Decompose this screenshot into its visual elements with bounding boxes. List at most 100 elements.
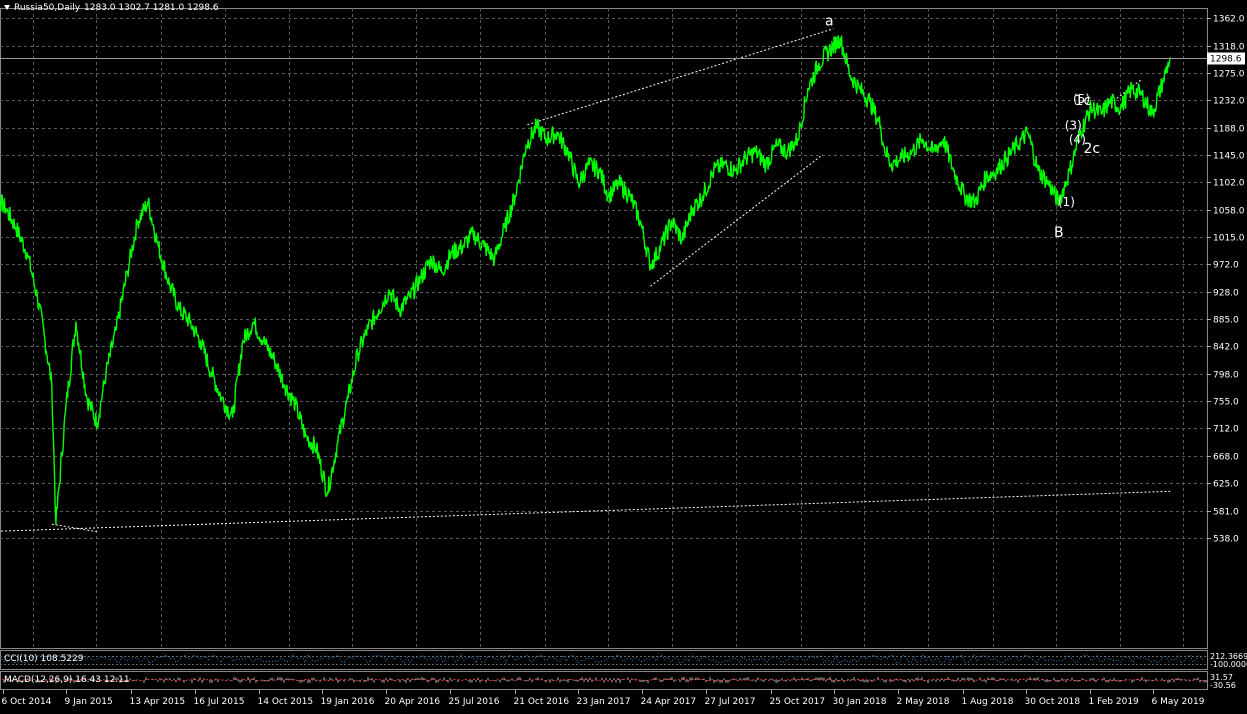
price-point xyxy=(639,220,642,223)
price-point xyxy=(942,138,945,140)
price-point xyxy=(765,163,767,166)
x-tick-label: 1 Feb 2019 xyxy=(1089,697,1140,707)
price-point xyxy=(1119,106,1122,109)
x-tick-label: 30 Jan 2018 xyxy=(833,697,887,707)
price-point xyxy=(64,409,67,412)
price-point xyxy=(807,87,809,90)
price-point xyxy=(26,251,28,254)
price-point xyxy=(388,289,391,292)
x-tick-label: 20 Apr 2016 xyxy=(385,697,441,707)
price-point xyxy=(701,195,704,197)
price-point xyxy=(136,220,139,223)
price-point xyxy=(567,150,569,153)
price-point xyxy=(660,245,662,248)
wave-label[interactable]: (4) xyxy=(1069,133,1086,147)
symbol-label: Russia50,Daily xyxy=(14,3,81,13)
wave-label[interactable]: B xyxy=(1054,225,1064,241)
y-tick-label: 755.0 xyxy=(1213,398,1239,408)
price-point xyxy=(86,397,88,399)
price-chart[interactable]: aB1c2c(1)(3)(4)(5) 1362.01318.01275.0123… xyxy=(0,0,1247,711)
price-point xyxy=(1005,157,1008,159)
price-point xyxy=(985,176,987,178)
price-point xyxy=(398,308,401,311)
price-point xyxy=(409,296,411,298)
price-point xyxy=(242,340,244,342)
y-tick-label: 581.0 xyxy=(1213,508,1239,518)
price-point xyxy=(577,182,580,185)
chart-window[interactable]: a B 1c 2c (1) (3) (4) (5) 1362.0 1318.0 1275.0 123… xyxy=(0,0,1247,711)
y-tick-label: 625.0 xyxy=(1213,480,1239,490)
price-point xyxy=(96,422,98,424)
price-point xyxy=(294,403,296,406)
price-point xyxy=(252,321,255,323)
y-tick-label: 668.0 xyxy=(1213,453,1239,463)
x-tick-label: 1 Aug 2018 xyxy=(962,697,1014,707)
price-point xyxy=(828,50,831,52)
wave-label[interactable]: (3) xyxy=(1065,119,1082,133)
price-point xyxy=(691,207,694,210)
price-point xyxy=(629,195,631,197)
price-point xyxy=(1037,169,1040,172)
price-point xyxy=(900,157,903,159)
current-price-label: 1298.6 xyxy=(1210,55,1242,65)
price-point xyxy=(304,434,307,437)
price-point xyxy=(796,138,799,140)
macd-label: MACD(12,26,9) 16.43 12.11 xyxy=(4,675,130,685)
price-point xyxy=(723,163,725,166)
macd-scale-bottom: -30.56 xyxy=(1210,681,1236,690)
price-point xyxy=(356,352,359,355)
price-point xyxy=(43,333,46,336)
wave-label[interactable]: (1) xyxy=(1058,195,1075,209)
price-point xyxy=(115,327,118,330)
price-point xyxy=(1130,87,1133,90)
price-point xyxy=(126,270,129,273)
wave-label[interactable]: 2c xyxy=(1084,141,1101,157)
price-point xyxy=(712,169,715,172)
wave-label[interactable]: a xyxy=(825,14,834,30)
price-point xyxy=(525,144,527,147)
price-point xyxy=(336,441,339,443)
price-point xyxy=(262,340,265,342)
y-tick-label: 885.0 xyxy=(1213,316,1239,326)
wave-label[interactable]: (5) xyxy=(1073,92,1090,106)
cci-scale-bottom: -100.0000 xyxy=(1210,660,1247,669)
price-point xyxy=(420,277,422,279)
price-point xyxy=(1100,113,1103,115)
x-tick-label: 2 May 2018 xyxy=(897,697,950,707)
x-tick-label: 24 Apr 2017 xyxy=(641,697,697,707)
price-point xyxy=(545,138,548,140)
price-point xyxy=(1161,81,1164,84)
price-point xyxy=(210,371,213,374)
price-point xyxy=(910,150,913,153)
price-point xyxy=(440,270,443,273)
x-tick-label: 14 Oct 2015 xyxy=(258,697,314,707)
price-point xyxy=(754,150,757,153)
x-tick-label: 16 Jul 2015 xyxy=(194,697,245,707)
chart-title-bar: Russia50,Daily 1283.0 1302.7 1281.0 1298.… xyxy=(4,3,223,13)
price-point xyxy=(220,397,223,399)
y-tick-label: 1102.0 xyxy=(1213,179,1245,189)
price-point xyxy=(378,308,380,311)
price-point xyxy=(231,416,234,418)
price-point xyxy=(868,100,871,103)
price-point xyxy=(36,296,39,298)
price-point xyxy=(199,340,202,342)
price-point xyxy=(671,220,673,223)
price-point xyxy=(858,87,861,90)
price-point xyxy=(1109,100,1112,103)
x-tick-label: 30 Oct 2018 xyxy=(1025,697,1081,707)
y-tick-label: 538.0 xyxy=(1213,535,1239,545)
price-point xyxy=(105,371,107,374)
y-tick-label: 842.0 xyxy=(1213,343,1239,353)
price-point xyxy=(1069,169,1071,172)
price-point xyxy=(315,447,318,450)
dropdown-triangle-icon[interactable] xyxy=(4,5,10,10)
price-point xyxy=(462,245,464,248)
price-point xyxy=(786,150,789,153)
price-point xyxy=(535,125,538,128)
ohlc-values: 1283.0 1302.7 1281.0 1298.6 xyxy=(84,3,219,13)
price-point xyxy=(681,239,683,241)
y-tick-label: 1058.0 xyxy=(1213,207,1245,217)
price-point xyxy=(347,397,349,399)
price-point xyxy=(849,75,852,77)
